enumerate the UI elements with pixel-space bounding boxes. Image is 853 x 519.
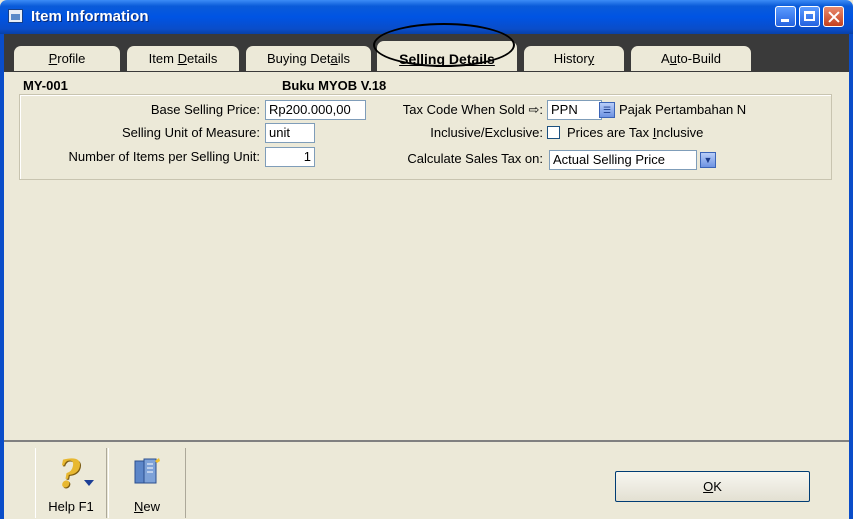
- calculate-sales-tax-dropdown-button[interactable]: ▼: [700, 152, 716, 168]
- tax-code-description: Pajak Pertambahan N: [619, 102, 747, 117]
- calculate-sales-tax-select[interactable]: Actual Selling Price: [549, 150, 697, 170]
- tab-buying-details-label: Buying Det: [266, 51, 331, 66]
- tab-item-details-label: Item: [148, 51, 178, 66]
- base-selling-price-field[interactable]: Rp200.000,00: [265, 100, 366, 120]
- prices-tax-inclusive-checkbox[interactable]: [547, 126, 560, 139]
- tab-buying-details-label-rest: ils: [337, 51, 351, 66]
- tab-auto-build-mnemonic: u: [669, 51, 677, 66]
- window-app-icon[interactable]: [8, 9, 23, 23]
- window-frame-right: [849, 34, 853, 519]
- question-mark-icon: ?: [58, 451, 81, 496]
- help-button-label: Help F1: [48, 499, 94, 514]
- tab-profile-mnemonic: P: [48, 51, 58, 66]
- new-button[interactable]: New: [108, 448, 186, 518]
- tab-history-label: Histor: [553, 51, 588, 66]
- ok-mnemonic: O: [703, 479, 714, 494]
- selling-tab-highlight-oval: [373, 23, 515, 67]
- prices-tax-inclusive-label: Prices are Tax Inclusive: [567, 125, 703, 140]
- calculate-sales-tax-label: Calculate Sales Tax on:: [407, 151, 543, 166]
- tab-profile-label: rofile: [57, 51, 86, 66]
- inclusive-text-rest: nclusive: [656, 125, 704, 140]
- close-button[interactable]: [823, 6, 844, 27]
- tab-history-mnemonic: y: [587, 51, 595, 66]
- items-per-unit-label: Number of Items per Selling Unit:: [68, 149, 260, 164]
- ok-button[interactable]: OK: [615, 471, 810, 502]
- tab-profile[interactable]: Profile: [14, 46, 120, 71]
- tab-buying-details-mnemonic: a: [330, 51, 338, 66]
- tab-item-details-label-rest: etails: [186, 51, 218, 66]
- tab-auto-build-label-rest: to-Build: [676, 51, 721, 66]
- tab-history[interactable]: History: [524, 46, 624, 71]
- dropdown-arrow-icon: [84, 480, 94, 486]
- items-per-unit-field[interactable]: 1: [265, 147, 315, 167]
- tab-auto-build-label: A: [661, 51, 670, 66]
- tax-code-label: Tax Code When Sold ⇨:: [402, 102, 543, 117]
- new-mnemonic: N: [133, 499, 144, 514]
- help-button[interactable]: ? Help F1: [35, 448, 107, 518]
- base-selling-price-label: Base Selling Price:: [150, 102, 260, 117]
- tab-auto-build[interactable]: Auto-Build: [631, 46, 751, 71]
- selling-unit-label: Selling Unit of Measure:: [121, 125, 260, 140]
- ok-label-rest: K: [713, 479, 722, 494]
- new-document-icon: [134, 458, 160, 484]
- tax-code-field[interactable]: PPN: [547, 100, 602, 120]
- tax-code-list-button[interactable]: ☰: [599, 102, 615, 118]
- maximize-button[interactable]: [799, 6, 820, 27]
- item-code: MY-001: [23, 78, 68, 93]
- item-name: Buku MYOB V.18: [282, 78, 387, 93]
- window-title: Item Information: [31, 8, 149, 25]
- inclusive-exclusive-label: Inclusive/Exclusive:: [430, 125, 543, 140]
- new-button-label: New: [109, 499, 185, 514]
- tab-item-details[interactable]: Item Details: [127, 46, 239, 71]
- list-icon: ☰: [602, 105, 612, 115]
- new-label-rest: ew: [143, 499, 160, 514]
- tab-buying-details[interactable]: Buying Details: [246, 46, 371, 71]
- minimize-button[interactable]: [775, 6, 796, 27]
- tab-item-details-mnemonic: D: [177, 51, 187, 66]
- selling-unit-field[interactable]: unit: [265, 123, 315, 143]
- inclusive-text-pre: Prices are Tax: [567, 125, 653, 140]
- chevron-down-icon: ▼: [703, 155, 713, 165]
